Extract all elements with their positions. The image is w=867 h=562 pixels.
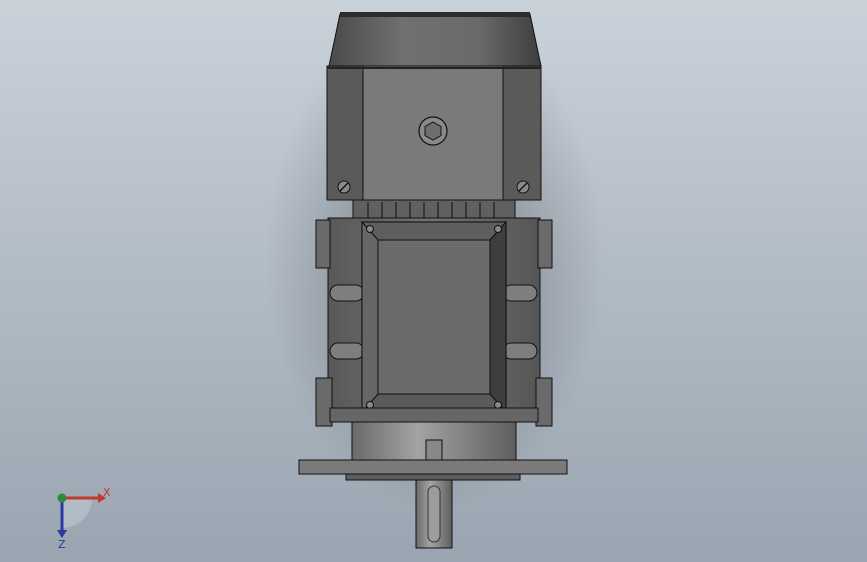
- gearbox-right-lug-top[interactable]: [537, 219, 553, 269]
- housing-slot-left-lower: [329, 342, 365, 360]
- triad-y-axis-icon: [57, 493, 67, 503]
- inspection-cover[interactable]: [377, 239, 491, 395]
- gearbox-left-lug-top[interactable]: [315, 219, 331, 269]
- inspection-frame-right-bevel: [489, 220, 507, 414]
- inspection-frame-left-bevel: [361, 220, 379, 414]
- coordinate-triad: X Z: [57, 486, 111, 550]
- motor-fan-cover[interactable]: [328, 13, 542, 67]
- output-shaft-keyway: [427, 485, 441, 543]
- triad-x-label: X: [103, 486, 111, 499]
- hex-plug-socket-icon: [424, 121, 442, 141]
- graphics-viewport[interactable]: X Z: [0, 0, 867, 562]
- flange-spigot: [345, 473, 521, 481]
- motor-body-right-flank: [502, 65, 542, 201]
- housing-slot-left-upper: [329, 284, 365, 302]
- gear-motor-model[interactable]: [0, 0, 867, 562]
- housing-lower-band: [329, 407, 539, 423]
- motor-body-left-flank: [326, 65, 364, 201]
- triad-quadrant: [62, 498, 92, 528]
- output-hub-key: [425, 439, 443, 461]
- output-flange[interactable]: [298, 459, 568, 475]
- triad-z-label: Z: [58, 538, 66, 550]
- housing-slot-right-upper: [502, 284, 538, 302]
- housing-slot-right-lower: [502, 342, 538, 360]
- triad-z-arrow-icon: [57, 530, 67, 538]
- motor-fan-cover-rim: [340, 12, 530, 17]
- cooling-fin-strip: [352, 199, 516, 221]
- inspection-frame-top-bevel: [360, 221, 508, 241]
